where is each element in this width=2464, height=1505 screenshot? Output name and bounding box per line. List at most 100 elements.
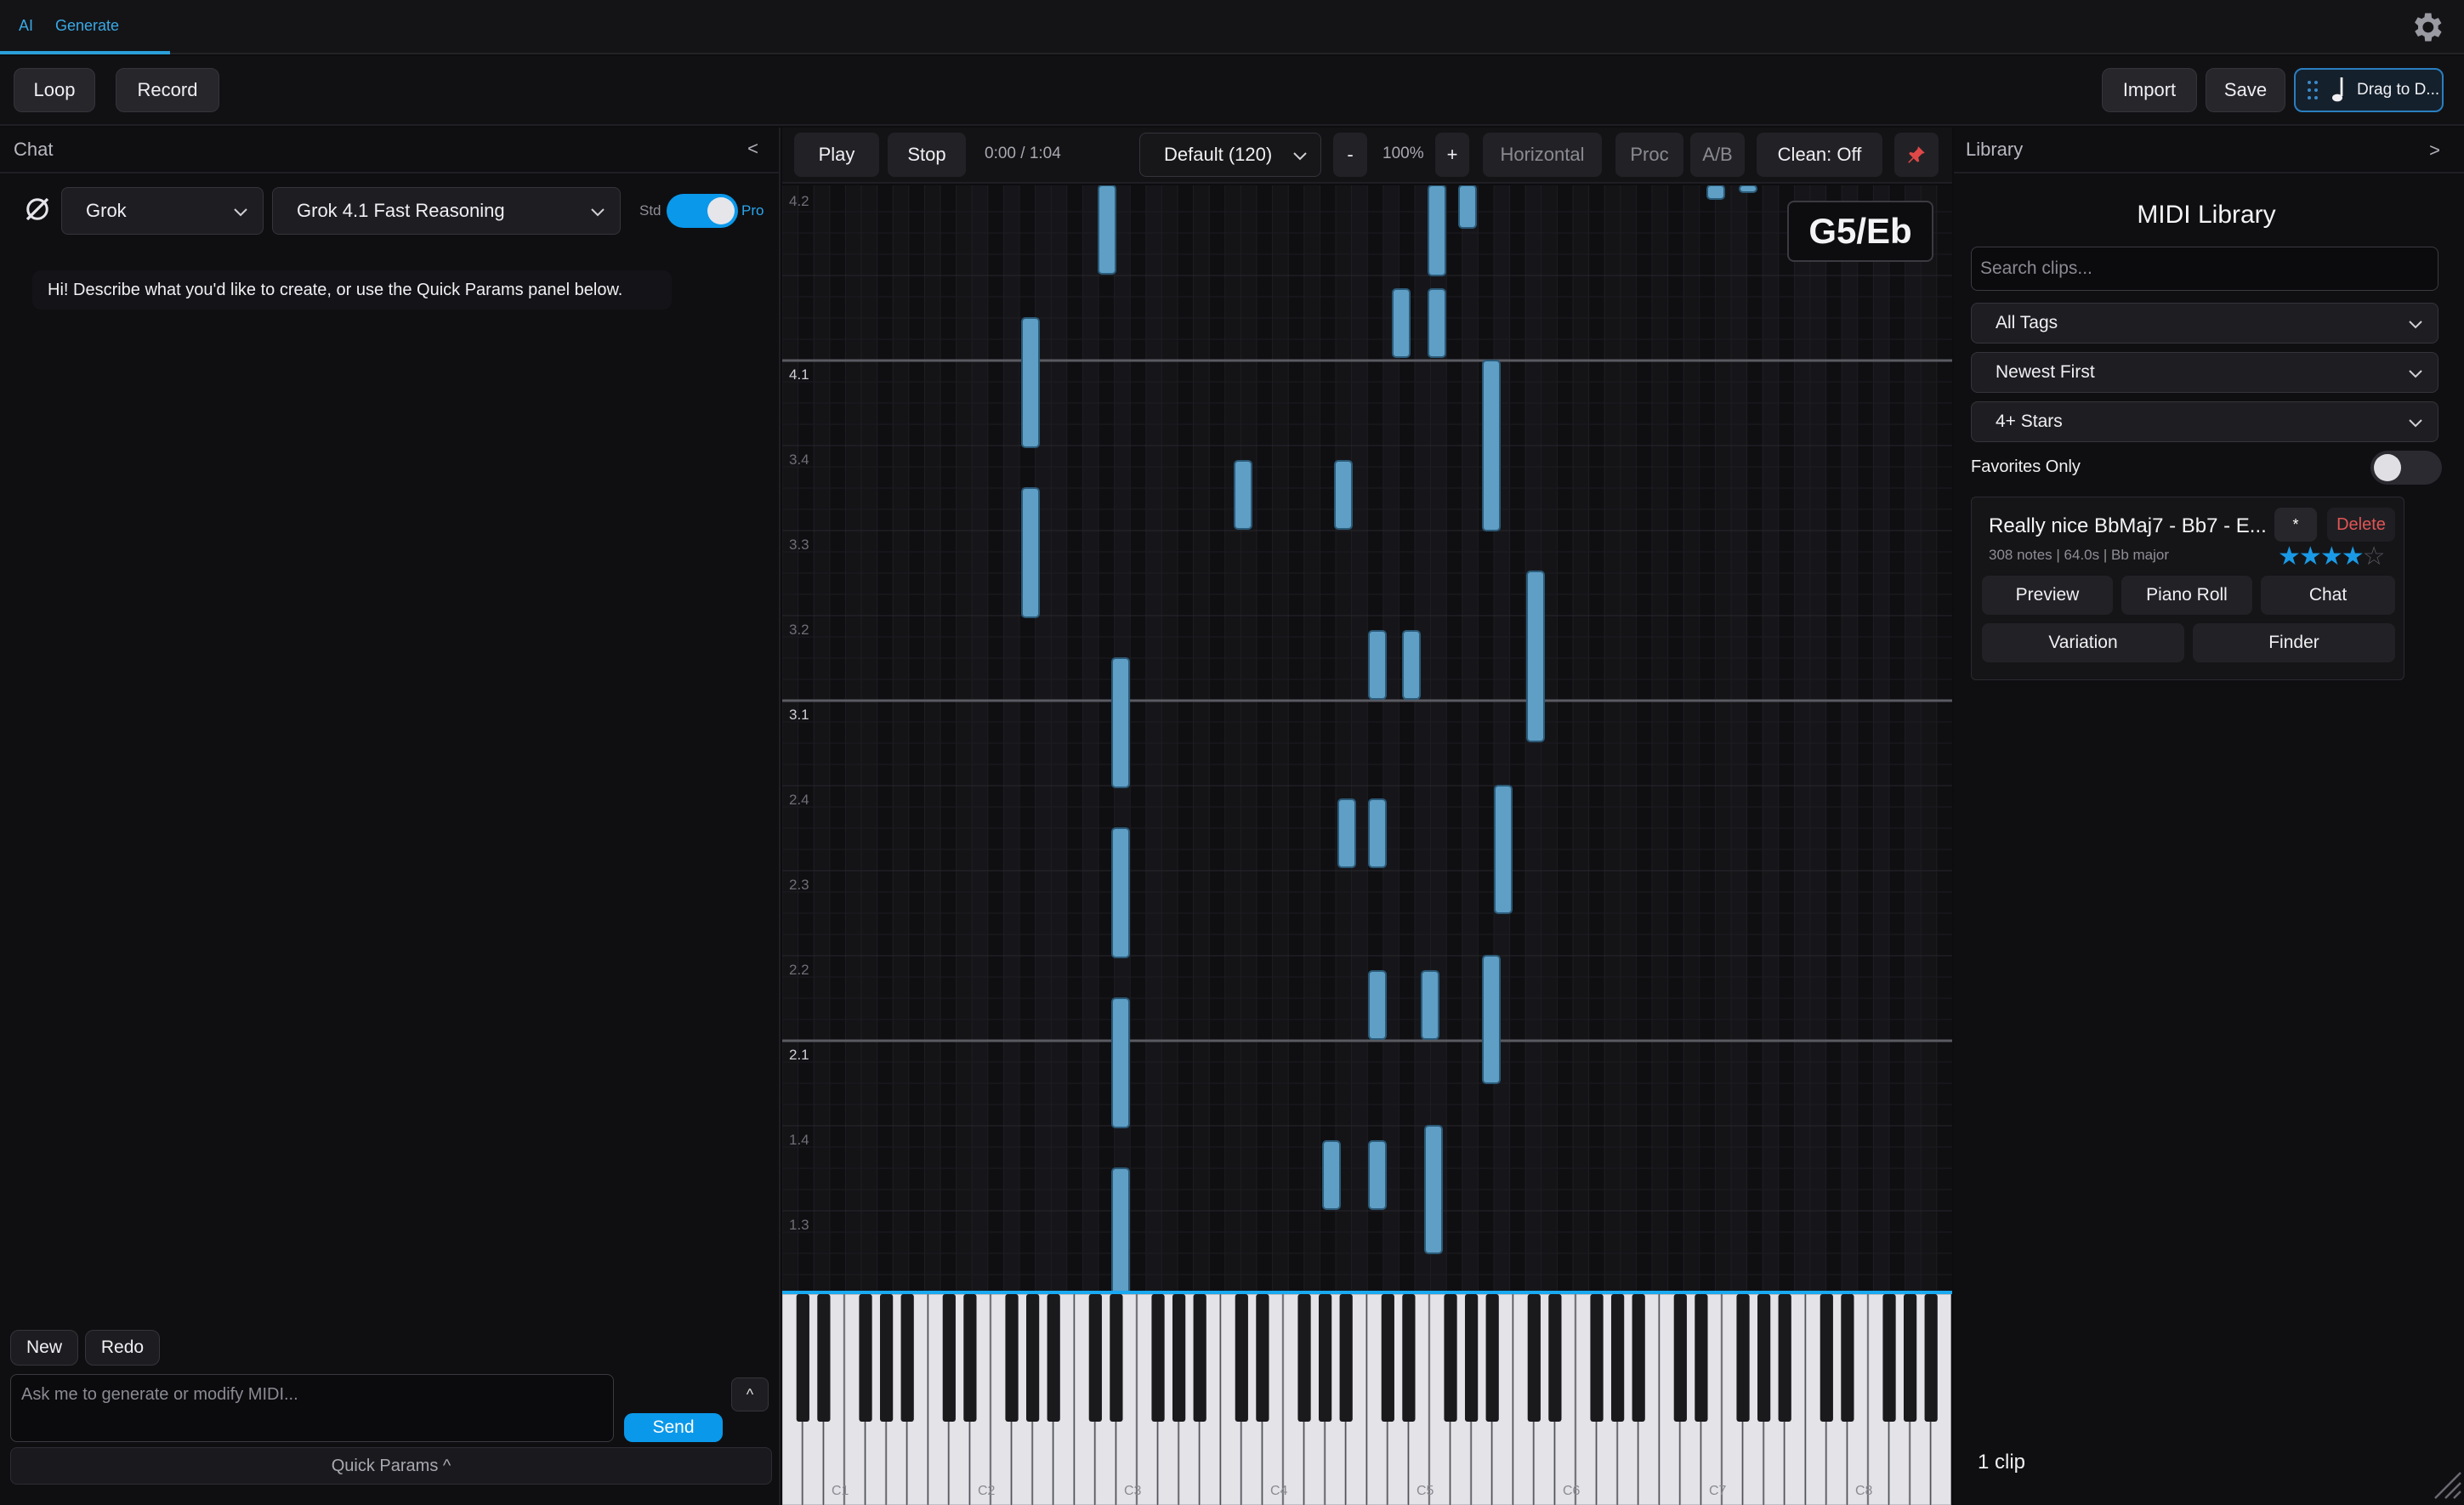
grid-column [1272, 185, 1289, 1291]
playback-time: 0:00 / 1:04 [985, 145, 1061, 162]
drag-to-daw-button[interactable]: Drag to D... [2294, 68, 2444, 112]
midi-note [1111, 997, 1130, 1128]
midi-note [1111, 1167, 1130, 1291]
chat-collapse-button[interactable]: < [747, 138, 758, 160]
black-key [900, 1294, 914, 1422]
chord-display: G5/Eb [1787, 201, 1933, 262]
clip-card[interactable]: Really nice BbMaj7 - Bb7 - E... 308 note… [1971, 497, 2404, 680]
midi-note [1482, 955, 1501, 1084]
grid-column [1667, 185, 1684, 1291]
model-select[interactable]: Grok 4.1 Fast Reasoning [272, 187, 621, 235]
grid-column [908, 185, 925, 1291]
rating-star-icon[interactable]: ★ [2278, 542, 2301, 571]
octave-label: C2 [978, 1484, 996, 1498]
gear-icon[interactable] [2408, 9, 2445, 46]
grid-column [1588, 185, 1605, 1291]
favorite-button[interactable]: * [2274, 508, 2317, 542]
stop-button[interactable]: Stop [888, 133, 966, 177]
grid-column [1178, 185, 1194, 1291]
black-key [1193, 1294, 1206, 1422]
grid-column [1763, 185, 1779, 1291]
finder-button[interactable]: Finder [2193, 623, 2395, 662]
send-button[interactable]: Send [624, 1413, 723, 1442]
black-key [1590, 1294, 1604, 1422]
quick-params-toggle[interactable]: Quick Params ^ [10, 1447, 772, 1485]
proc-button[interactable]: Proc [1615, 133, 1683, 177]
orientation-button[interactable]: Horizontal [1483, 133, 1602, 177]
library-collapse-button[interactable]: > [2429, 139, 2440, 162]
tags-filter-select[interactable]: All Tags [1971, 303, 2438, 344]
black-key [879, 1294, 894, 1422]
grid-column [1462, 185, 1479, 1291]
chat-panel: Chat < Grok Grok 4.1 Fast Reasoning Std … [0, 128, 781, 1505]
delete-clip-button[interactable]: Delete [2327, 508, 2395, 542]
rating-filter-select[interactable]: 4+ Stars [1971, 401, 2438, 442]
tempo-select[interactable]: Default (120) [1139, 133, 1321, 177]
provider-value: Grok [86, 200, 127, 221]
favorites-only-toggle[interactable] [2370, 451, 2442, 485]
drag-handle-icon [2308, 81, 2318, 99]
play-button[interactable]: Play [794, 133, 879, 177]
zoom-out-button[interactable]: - [1333, 133, 1367, 177]
redo-button[interactable]: Redo [85, 1330, 160, 1366]
midi-note [1098, 185, 1116, 275]
midi-note [1368, 1140, 1387, 1210]
black-key [1318, 1294, 1332, 1422]
zoom-in-button[interactable]: + [1435, 133, 1469, 177]
grid-column [1810, 185, 1826, 1291]
grid-column [924, 185, 940, 1291]
midi-note [1706, 185, 1725, 200]
prompt-input[interactable] [10, 1374, 614, 1442]
rating-star-icon[interactable]: ★ [2299, 542, 2322, 571]
grid-column [1921, 185, 1937, 1291]
resize-grip-icon[interactable] [2428, 1466, 2462, 1500]
piano-roll-toolbar: Play Stop 0:00 / 1:04 Default (120) - 10… [782, 128, 1952, 184]
expand-input-button[interactable]: ^ [731, 1377, 769, 1411]
midi-note [1337, 798, 1356, 868]
record-button[interactable]: Record [116, 68, 219, 112]
new-chat-button[interactable]: New [10, 1330, 78, 1366]
sort-select[interactable]: Newest First [1971, 352, 2438, 393]
pin-button[interactable] [1894, 133, 1939, 177]
black-key [1610, 1294, 1625, 1422]
clean-toggle-button[interactable]: Clean: Off [1757, 133, 1882, 177]
preview-button[interactable]: Preview [1982, 576, 2113, 615]
import-button[interactable]: Import [2102, 68, 2197, 112]
midi-note [1421, 970, 1439, 1040]
grid-column [1051, 185, 1067, 1291]
beat-label: 3.4 [789, 452, 809, 468]
black-key [963, 1294, 977, 1422]
save-button[interactable]: Save [2206, 68, 2285, 112]
rating-star-icon[interactable]: ★ [2342, 542, 2365, 571]
std-pro-toggle[interactable] [667, 194, 738, 228]
assistant-welcome-message: Hi! Describe what you'd like to create, … [32, 270, 672, 310]
ab-compare-button[interactable]: A/B [1690, 133, 1745, 177]
clip-search-input[interactable] [1971, 247, 2438, 291]
beat-label: 3.2 [789, 622, 809, 638]
rating-star-icon[interactable]: ★ [2320, 542, 2343, 571]
beat-label: 2.4 [789, 792, 809, 808]
black-key [1632, 1294, 1645, 1422]
octave-label: C3 [1124, 1484, 1142, 1498]
variation-button[interactable]: Variation [1982, 623, 2184, 662]
sort-value: Newest First [1996, 362, 2095, 382]
midi-note [1368, 798, 1387, 868]
loop-button[interactable]: Loop [14, 68, 95, 112]
grid-column [956, 185, 973, 1291]
piano-keyboard[interactable]: C1 C2 C3 C4 C5 C6 C7 C8 [782, 1291, 1952, 1505]
provider-select[interactable]: Grok [61, 187, 264, 235]
black-key [1757, 1294, 1771, 1422]
midi-note [1428, 185, 1446, 276]
midi-note [1424, 1125, 1443, 1254]
chat-clip-button[interactable]: Chat [2261, 576, 2395, 615]
black-key [1820, 1294, 1833, 1422]
clip-rating[interactable]: ★★★★☆ [2278, 542, 2386, 571]
black-key [1339, 1294, 1353, 1422]
rating-star-icon[interactable]: ☆ [2363, 542, 2386, 571]
piano-roll-button[interactable]: Piano Roll [2121, 576, 2252, 615]
tab-ai-generate[interactable]: AI Generate [0, 0, 170, 54]
piano-roll-grid[interactable]: 4.24.13.43.33.23.12.42.32.22.11.41.31.2 [782, 185, 1952, 1291]
grid-column [1320, 185, 1336, 1291]
midi-note [1392, 288, 1411, 358]
favorites-only-label: Favorites Only [1971, 457, 2081, 476]
